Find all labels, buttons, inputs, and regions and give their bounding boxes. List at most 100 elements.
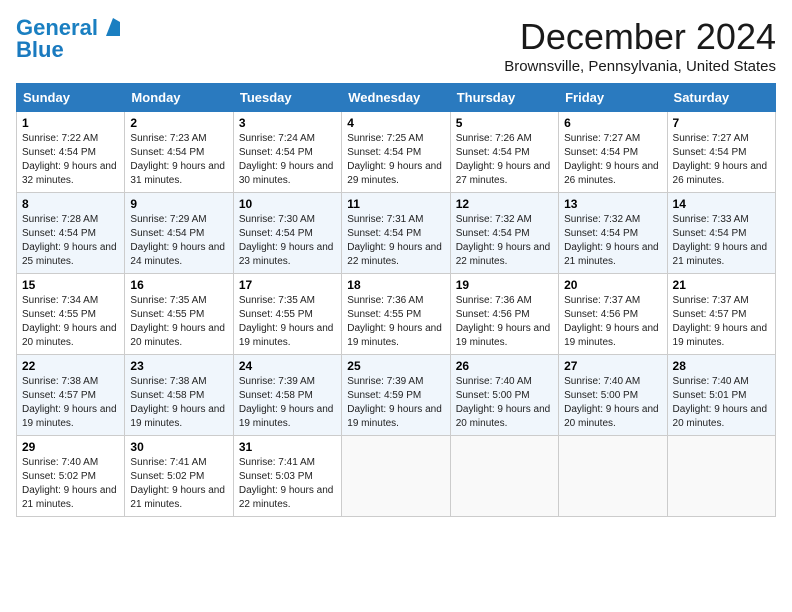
day-number: 23 [130,359,227,373]
calendar-cell: 3 Sunrise: 7:24 AMSunset: 4:54 PMDaylight… [233,112,341,193]
calendar-cell: 5 Sunrise: 7:26 AMSunset: 4:54 PMDaylight… [450,112,558,193]
day-info: Sunrise: 7:40 AMSunset: 5:02 PMDaylight:… [22,456,119,512]
calendar-cell [450,436,558,517]
calendar-cell: 14Sunrise: 7:33 AMSunset: 4:54 PMDayligh… [667,193,775,274]
day-info: Sunrise: 7:41 AMSunset: 5:03 PMDaylight:… [239,456,336,512]
calendar-week-row: 29Sunrise: 7:40 AMSunset: 5:02 PMDayligh… [17,436,776,517]
calendar-cell: 9 Sunrise: 7:29 AMSunset: 4:54 PMDaylight… [125,193,233,274]
day-number: 21 [673,278,770,292]
day-info: Sunrise: 7:27 AMSunset: 4:54 PMDaylight:… [564,132,661,188]
day-number: 25 [347,359,444,373]
day-number: 11 [347,197,444,211]
calendar-cell: 21Sunrise: 7:37 AMSunset: 4:57 PMDayligh… [667,274,775,355]
day-info: Sunrise: 7:40 AMSunset: 5:01 PMDaylight:… [673,375,770,431]
day-info: Sunrise: 7:29 AMSunset: 4:54 PMDaylight:… [130,213,227,269]
day-info: Sunrise: 7:39 AMSunset: 4:58 PMDaylight:… [239,375,336,431]
day-number: 19 [456,278,553,292]
day-number: 28 [673,359,770,373]
calendar-cell: 24 Sunrise: 7:39 AMSunset: 4:58 PMDayligh… [233,355,341,436]
calendar-cell [342,436,450,517]
weekday-header-thursday: Thursday [450,84,558,112]
calendar-cell: 22Sunrise: 7:38 AMSunset: 4:57 PMDayligh… [17,355,125,436]
day-info: Sunrise: 7:32 AMSunset: 4:54 PMDaylight:… [564,213,661,269]
logo: General Blue [16,16,120,63]
day-number: 7 [673,116,770,130]
weekday-header-friday: Friday [559,84,667,112]
calendar-cell: 30Sunrise: 7:41 AMSunset: 5:02 PMDayligh… [125,436,233,517]
weekday-header-monday: Monday [125,84,233,112]
calendar-cell: 19Sunrise: 7:36 AMSunset: 4:56 PMDayligh… [450,274,558,355]
calendar-cell: 8 Sunrise: 7:28 AMSunset: 4:54 PMDaylight… [17,193,125,274]
calendar-cell: 31 Sunrise: 7:41 AMSunset: 5:03 PMDayligh… [233,436,341,517]
calendar-cell: 2 Sunrise: 7:23 AMSunset: 4:54 PMDaylight… [125,112,233,193]
day-number: 6 [564,116,661,130]
page-header: General Blue December 2024 Brownsville, … [16,16,776,75]
day-number: 24 [239,359,336,373]
title-area: December 2024 Brownsville, Pennsylvania,… [504,16,776,75]
calendar-cell: 6 Sunrise: 7:27 AMSunset: 4:54 PMDaylight… [559,112,667,193]
calendar-cell: 17Sunrise: 7:35 AMSunset: 4:55 PMDayligh… [233,274,341,355]
location-title: Brownsville, Pennsylvania, United States [504,58,776,75]
calendar-table: SundayMondayTuesdayWednesdayThursdayFrid… [16,83,776,517]
day-info: Sunrise: 7:28 AMSunset: 4:54 PMDaylight:… [22,213,119,269]
calendar-week-row: 8 Sunrise: 7:28 AMSunset: 4:54 PMDaylight… [17,193,776,274]
day-info: Sunrise: 7:32 AMSunset: 4:54 PMDaylight:… [456,213,553,269]
calendar-cell [559,436,667,517]
day-number: 2 [130,116,227,130]
day-info: Sunrise: 7:35 AMSunset: 4:55 PMDaylight:… [239,294,336,350]
calendar-cell: 4 Sunrise: 7:25 AMSunset: 4:54 PMDaylight… [342,112,450,193]
day-info: Sunrise: 7:30 AMSunset: 4:54 PMDaylight:… [239,213,336,269]
day-info: Sunrise: 7:25 AMSunset: 4:54 PMDaylight:… [347,132,444,188]
day-number: 15 [22,278,119,292]
day-number: 1 [22,116,119,130]
weekday-header-tuesday: Tuesday [233,84,341,112]
logo-blue: Blue [16,37,64,63]
day-info: Sunrise: 7:41 AMSunset: 5:02 PMDaylight:… [130,456,227,512]
calendar-cell: 15 Sunrise: 7:34 AMSunset: 4:55 PMDayligh… [17,274,125,355]
day-number: 20 [564,278,661,292]
calendar-cell: 18Sunrise: 7:36 AMSunset: 4:55 PMDayligh… [342,274,450,355]
day-info: Sunrise: 7:34 AMSunset: 4:55 PMDaylight:… [22,294,119,350]
calendar-cell: 16 Sunrise: 7:35 AMSunset: 4:55 PMDayligh… [125,274,233,355]
calendar-cell [667,436,775,517]
day-number: 3 [239,116,336,130]
day-info: Sunrise: 7:26 AMSunset: 4:54 PMDaylight:… [456,132,553,188]
weekday-header-row: SundayMondayTuesdayWednesdayThursdayFrid… [17,84,776,112]
day-number: 9 [130,197,227,211]
day-info: Sunrise: 7:38 AMSunset: 4:58 PMDaylight:… [130,375,227,431]
day-number: 14 [673,197,770,211]
day-number: 31 [239,440,336,454]
calendar-cell: 20 Sunrise: 7:37 AMSunset: 4:56 PMDayligh… [559,274,667,355]
calendar-cell: 10 Sunrise: 7:30 AMSunset: 4:54 PMDayligh… [233,193,341,274]
day-info: Sunrise: 7:31 AMSunset: 4:54 PMDaylight:… [347,213,444,269]
calendar-cell: 26Sunrise: 7:40 AMSunset: 5:00 PMDayligh… [450,355,558,436]
day-info: Sunrise: 7:37 AMSunset: 4:56 PMDaylight:… [564,294,661,350]
calendar-week-row: 22Sunrise: 7:38 AMSunset: 4:57 PMDayligh… [17,355,776,436]
day-number: 16 [130,278,227,292]
day-number: 10 [239,197,336,211]
month-title: December 2024 [504,16,776,58]
weekday-header-saturday: Saturday [667,84,775,112]
day-info: Sunrise: 7:35 AMSunset: 4:55 PMDaylight:… [130,294,227,350]
weekday-header-wednesday: Wednesday [342,84,450,112]
calendar-cell: 7 Sunrise: 7:27 AMSunset: 4:54 PMDaylight… [667,112,775,193]
logo-icon [106,18,120,36]
calendar-week-row: 15 Sunrise: 7:34 AMSunset: 4:55 PMDayligh… [17,274,776,355]
day-number: 8 [22,197,119,211]
calendar-cell: 12Sunrise: 7:32 AMSunset: 4:54 PMDayligh… [450,193,558,274]
day-info: Sunrise: 7:24 AMSunset: 4:54 PMDaylight:… [239,132,336,188]
day-info: Sunrise: 7:22 AMSunset: 4:54 PMDaylight:… [22,132,119,188]
day-info: Sunrise: 7:38 AMSunset: 4:57 PMDaylight:… [22,375,119,431]
day-number: 5 [456,116,553,130]
calendar-cell: 1 Sunrise: 7:22 AMSunset: 4:54 PMDaylight… [17,112,125,193]
calendar-cell: 11 Sunrise: 7:31 AMSunset: 4:54 PMDayligh… [342,193,450,274]
calendar-cell: 28 Sunrise: 7:40 AMSunset: 5:01 PMDayligh… [667,355,775,436]
day-info: Sunrise: 7:27 AMSunset: 4:54 PMDaylight:… [673,132,770,188]
day-info: Sunrise: 7:40 AMSunset: 5:00 PMDaylight:… [564,375,661,431]
day-info: Sunrise: 7:23 AMSunset: 4:54 PMDaylight:… [130,132,227,188]
calendar-week-row: 1 Sunrise: 7:22 AMSunset: 4:54 PMDaylight… [17,112,776,193]
day-info: Sunrise: 7:36 AMSunset: 4:55 PMDaylight:… [347,294,444,350]
day-number: 4 [347,116,444,130]
calendar-cell: 29Sunrise: 7:40 AMSunset: 5:02 PMDayligh… [17,436,125,517]
calendar-cell: 25Sunrise: 7:39 AMSunset: 4:59 PMDayligh… [342,355,450,436]
